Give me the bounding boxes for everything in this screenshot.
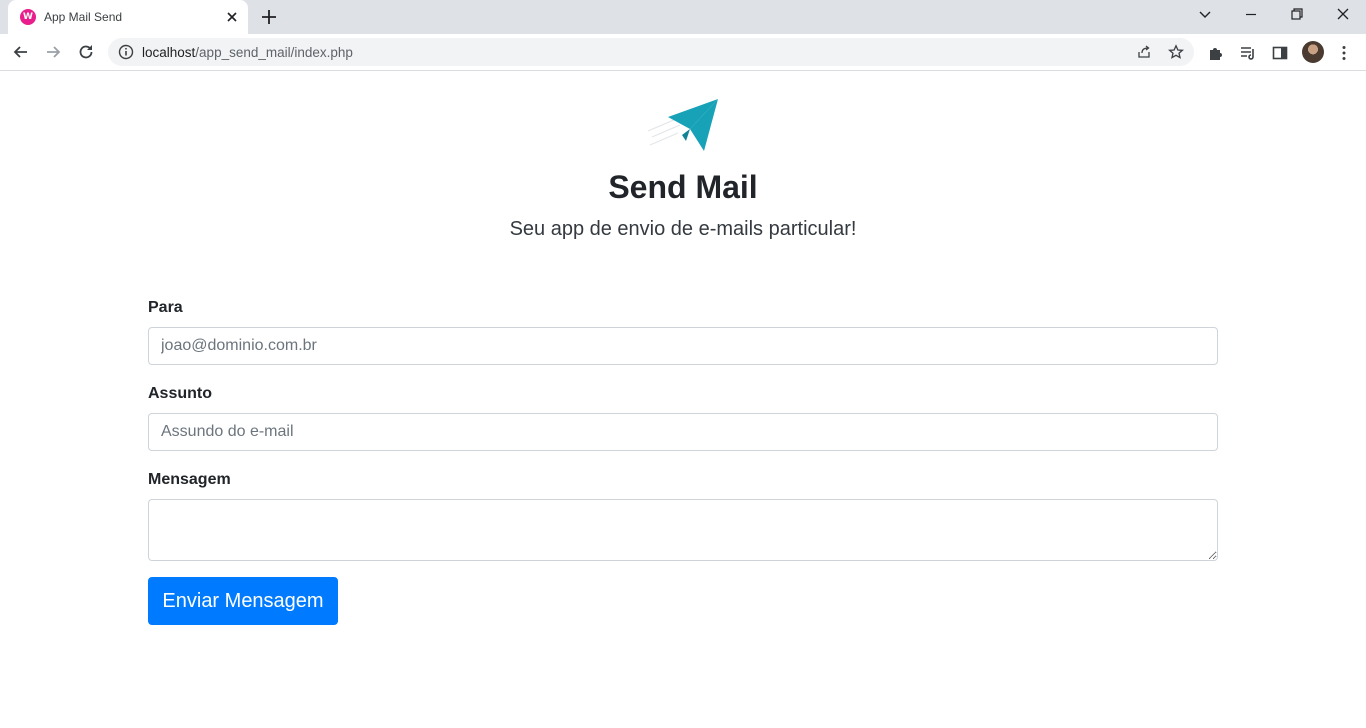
menu-icon[interactable]: [1335, 44, 1353, 62]
side-panel-icon[interactable]: [1271, 44, 1289, 62]
to-label: Para: [148, 299, 183, 316]
paper-plane-icon: [647, 99, 718, 151]
tab-search-icon[interactable]: [1197, 6, 1213, 22]
page-subtitle: Seu app de envio de e-mails particular!: [509, 218, 857, 240]
profile-avatar[interactable]: [1302, 41, 1324, 63]
url-host: localhost: [142, 45, 196, 60]
back-icon[interactable]: [12, 43, 30, 61]
subject-label: Assunto: [148, 385, 212, 402]
url-path: /app_send_mail/index.php: [195, 45, 353, 60]
reading-list-icon[interactable]: [1239, 44, 1257, 62]
tab-strip: W App Mail Send: [0, 0, 1366, 34]
close-window-icon[interactable]: [1335, 6, 1351, 22]
tab-title: App Mail Send: [44, 10, 123, 24]
browser-toolbar: localhost/app_send_mail/index.php: [0, 34, 1366, 71]
page-content: Send Mail Seu app de envio de e-mails pa…: [0, 71, 1366, 728]
subject-input[interactable]: [148, 413, 1218, 451]
forward-icon[interactable]: [44, 43, 62, 61]
url-text[interactable]: localhost/app_send_mail/index.php: [142, 45, 353, 60]
close-tab-icon[interactable]: [224, 9, 240, 25]
reload-icon[interactable]: [77, 43, 95, 61]
extensions-icon[interactable]: [1207, 44, 1225, 62]
new-tab-icon[interactable]: [260, 8, 278, 26]
address-bar[interactable]: localhost/app_send_mail/index.php: [108, 38, 1194, 66]
star-icon[interactable]: [1168, 44, 1184, 60]
minimize-icon[interactable]: [1243, 6, 1259, 22]
message-textarea[interactable]: [148, 499, 1218, 561]
browser-tab[interactable]: W App Mail Send: [8, 0, 248, 34]
page-title: Send Mail: [608, 169, 758, 205]
send-message-button[interactable]: Enviar Mensagem: [148, 577, 338, 625]
message-label: Mensagem: [148, 471, 231, 488]
share-icon[interactable]: [1136, 44, 1152, 60]
info-icon[interactable]: [118, 44, 134, 60]
restore-icon[interactable]: [1289, 6, 1305, 22]
wamp-favicon-icon: W: [20, 9, 36, 25]
to-input[interactable]: [148, 327, 1218, 365]
